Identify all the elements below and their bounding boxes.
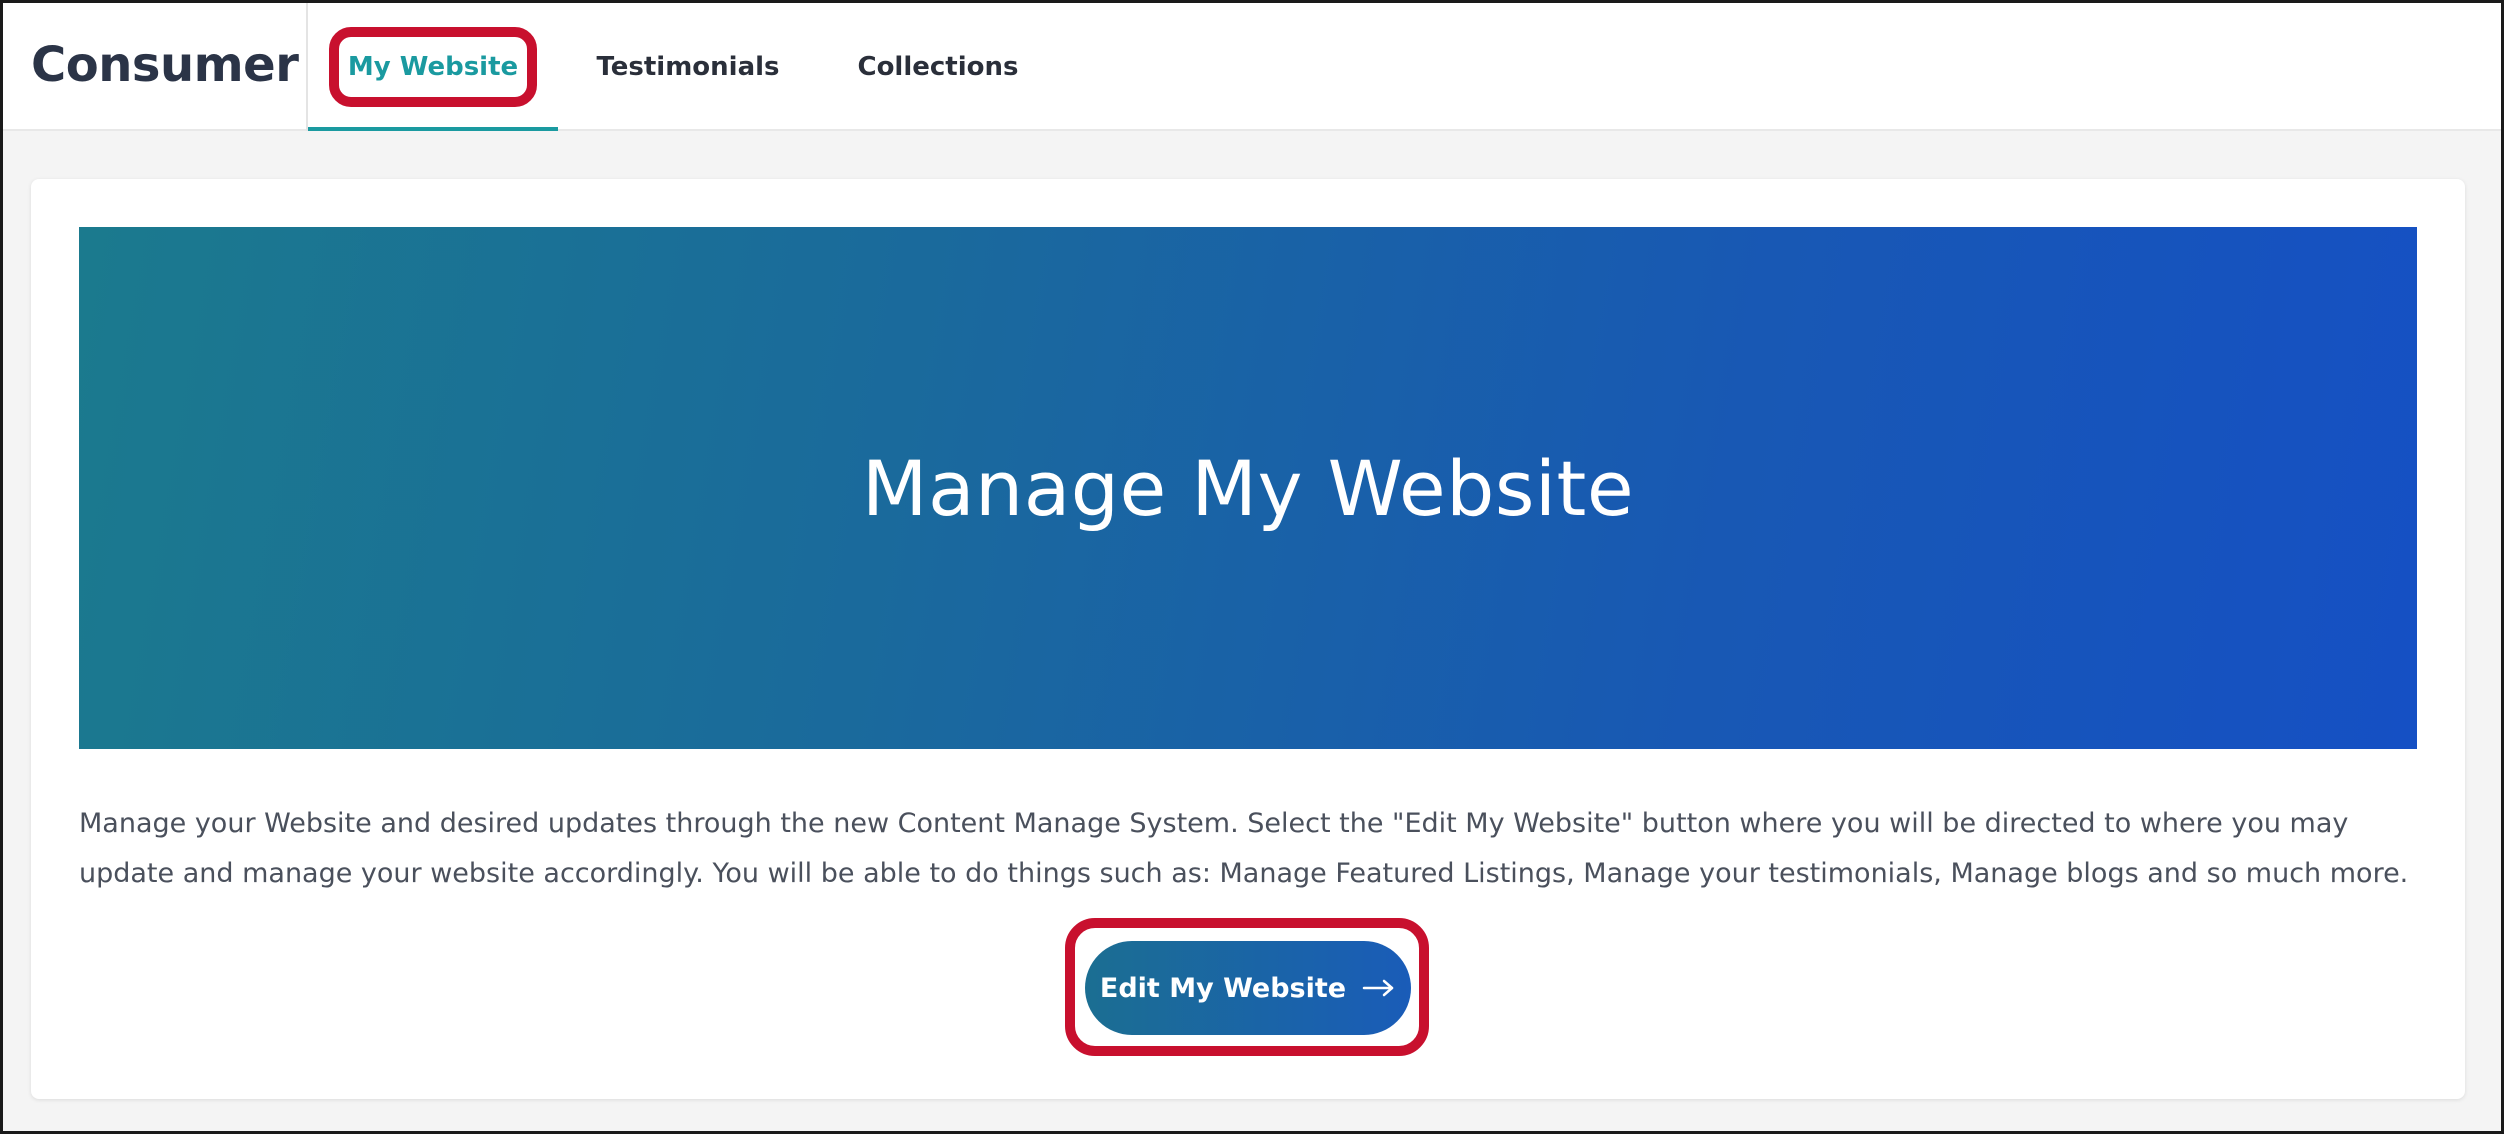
top-navigation-bar: Consumer My Website Testimonials Collect… <box>3 3 2501 131</box>
brand-title: Consumer <box>31 37 299 93</box>
tab-testimonials-label: Testimonials <box>596 52 780 82</box>
tab-my-website-label: My Website <box>347 52 519 82</box>
edit-my-website-button-label: Edit My Website <box>1099 972 1347 1004</box>
content-card: Manage My Website Manage your Website an… <box>31 179 2465 1099</box>
description-text: Manage your Website and desired updates … <box>79 808 2409 889</box>
tab-collections[interactable]: Collections <box>813 3 1063 131</box>
arrow-right-icon <box>1362 979 1394 997</box>
tab-testimonials[interactable]: Testimonials <box>563 3 813 131</box>
tab-collections-label: Collections <box>857 52 1019 82</box>
edit-my-website-button[interactable]: Edit My Website <box>1085 941 1411 1035</box>
hero-title: Manage My Website <box>861 443 1635 533</box>
tab-my-website[interactable]: My Website <box>308 3 558 131</box>
hero-banner: Manage My Website <box>79 227 2417 749</box>
app-window: Consumer My Website Testimonials Collect… <box>0 0 2504 1134</box>
active-tab-underline <box>308 127 558 131</box>
